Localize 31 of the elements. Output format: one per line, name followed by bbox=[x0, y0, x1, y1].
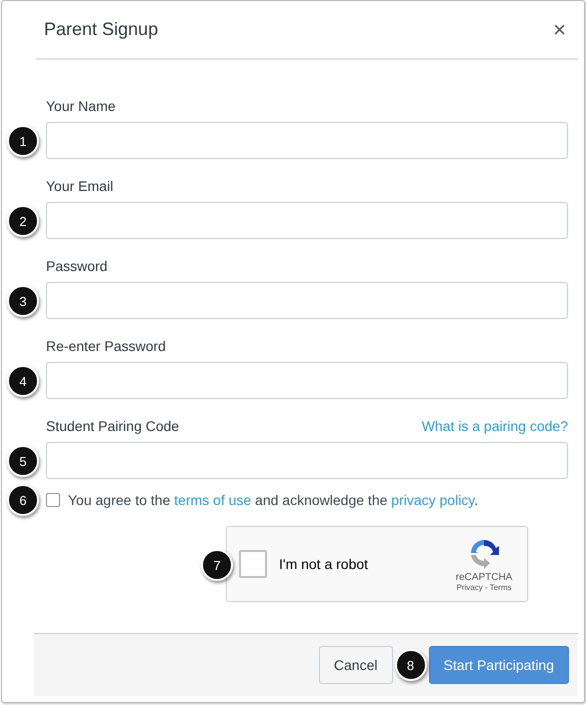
submit-button[interactable]: Start Participating bbox=[428, 646, 569, 684]
step-badge: 6 bbox=[7, 484, 39, 516]
field-label: Your Email bbox=[46, 178, 114, 194]
step-badge: 1 bbox=[7, 125, 39, 157]
field-label: Your Name bbox=[46, 98, 116, 114]
close-button[interactable]: × bbox=[549, 16, 570, 42]
step-badge: 8 bbox=[394, 649, 426, 681]
checkbox[interactable] bbox=[46, 493, 60, 507]
dialog-title: Parent Signup bbox=[44, 19, 158, 40]
step-badge: 5 bbox=[7, 445, 39, 477]
field-label: Password bbox=[46, 258, 108, 274]
input-field[interactable] bbox=[46, 442, 568, 479]
field-label: Student Pairing Code bbox=[46, 418, 180, 434]
agreement-link[interactable]: terms of use bbox=[174, 492, 252, 508]
step-badge: 7 bbox=[201, 549, 233, 581]
captcha-brand: reCAPTCHA bbox=[456, 572, 512, 582]
input-field[interactable] bbox=[46, 122, 568, 159]
cancel-button[interactable]: Cancel bbox=[318, 646, 392, 684]
input-field[interactable] bbox=[46, 362, 568, 399]
step-badge: 3 bbox=[7, 285, 39, 317]
agreement-link[interactable]: privacy policy bbox=[391, 492, 474, 508]
input-field[interactable] bbox=[46, 202, 568, 239]
agreement-text: You agree to the terms of use and acknowledge the privacy policy. bbox=[68, 492, 478, 508]
help-link[interactable]: What is a pairing code? bbox=[422, 418, 568, 434]
step-badge: 2 bbox=[7, 205, 39, 237]
field-label: Re-enter Password bbox=[46, 338, 166, 354]
input-field[interactable] bbox=[46, 282, 568, 319]
step-badge: 4 bbox=[7, 365, 39, 397]
captcha-label: I'm not a robot bbox=[279, 556, 370, 572]
captcha-links: Privacy - Terms bbox=[456, 582, 512, 592]
captcha-checkbox[interactable] bbox=[239, 550, 267, 578]
